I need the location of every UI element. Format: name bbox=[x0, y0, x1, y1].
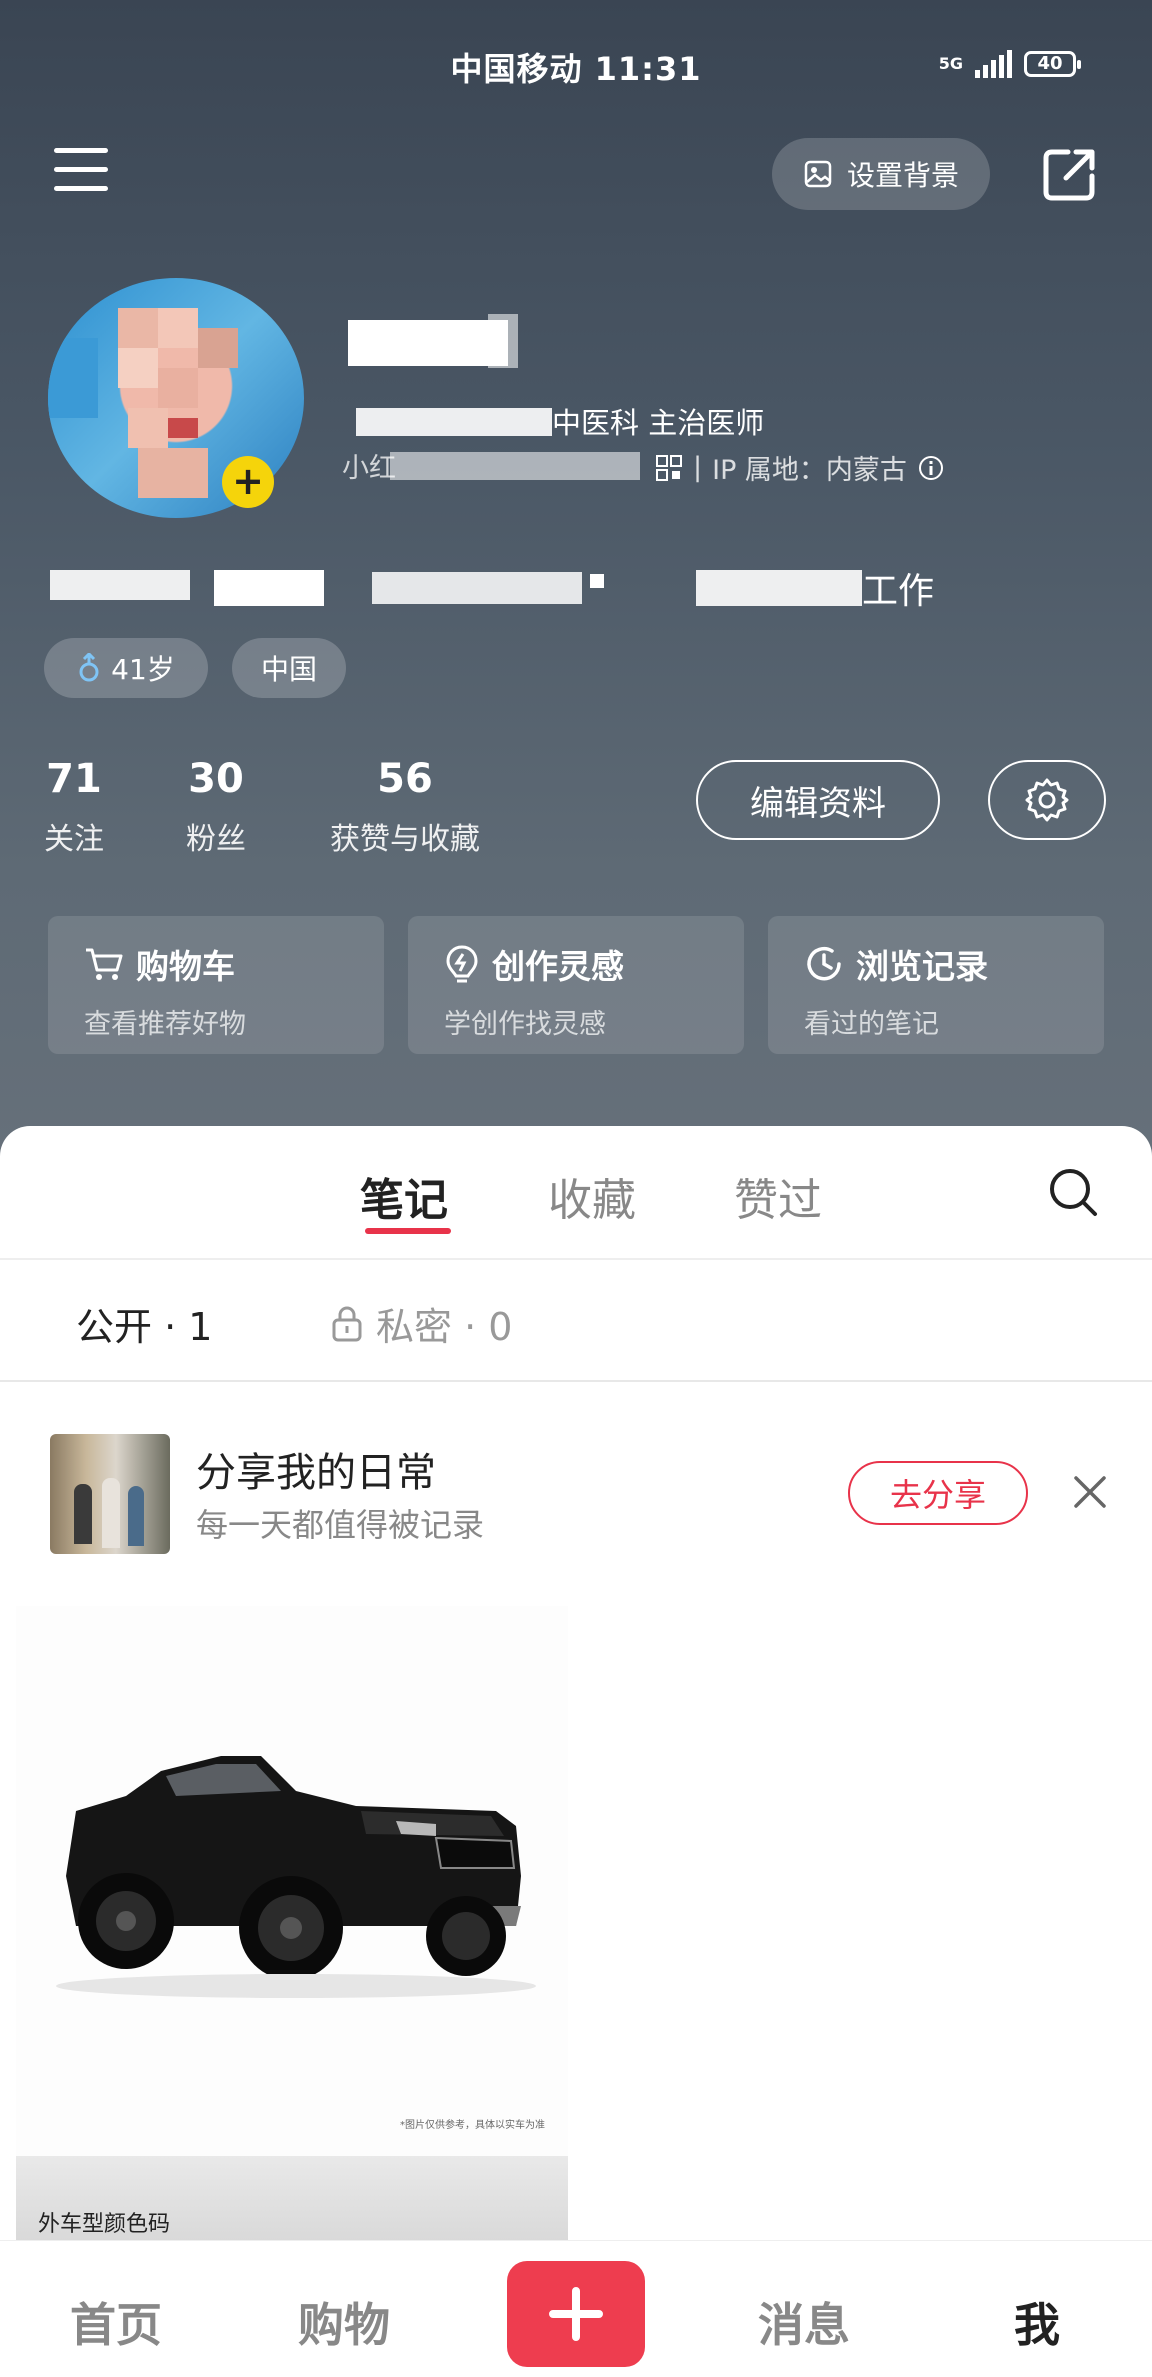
region-label: 中国 bbox=[260, 653, 317, 686]
cart-title: 购物车 bbox=[136, 947, 235, 986]
cart-icon bbox=[86, 948, 123, 980]
create-post-button[interactable] bbox=[507, 2261, 645, 2367]
bio-text: 工作 bbox=[862, 571, 935, 612]
lock-icon bbox=[332, 1306, 362, 1341]
note-card[interactable]: *图片仅供参考，具体以实车为准 外车型颜色码 bbox=[16, 1606, 568, 2246]
filter-private-label: 私密 · 0 bbox=[376, 1305, 513, 1349]
nav-shopping[interactable]: 购物 bbox=[298, 2289, 390, 2355]
settings-button[interactable] bbox=[988, 760, 1106, 840]
redacted-bio bbox=[214, 570, 324, 606]
history-title: 浏览记录 bbox=[856, 947, 988, 986]
id-prefix: 小红 bbox=[342, 453, 396, 484]
inspiration-card[interactable]: 创作灵感 学创作找灵感 bbox=[408, 916, 744, 1054]
stat-followers[interactable]: 30 粉丝 bbox=[186, 756, 246, 858]
content-tabs: 笔记 收藏 赞过 bbox=[0, 1126, 1152, 1258]
followers-label: 粉丝 bbox=[186, 822, 246, 857]
share-icon[interactable] bbox=[1040, 144, 1100, 204]
share-prompt-card: 分享我的日常 每一天都值得被记录 去分享 bbox=[18, 1400, 1134, 1588]
likes-count: 56 bbox=[377, 756, 433, 802]
nav-me[interactable]: 我 bbox=[1014, 2289, 1060, 2355]
nav-messages[interactable]: 消息 bbox=[758, 2289, 850, 2355]
active-tab-indicator bbox=[365, 1228, 451, 1234]
go-share-button[interactable]: 去分享 bbox=[848, 1461, 1028, 1525]
status-icons: 5G 40 bbox=[938, 50, 1081, 78]
network-label: 5G bbox=[938, 54, 963, 73]
inspiration-subtitle: 学创作找灵感 bbox=[444, 1009, 606, 1040]
menu-icon[interactable] bbox=[54, 148, 110, 196]
bottom-nav: 首页 购物 消息 我 bbox=[0, 2240, 1152, 2377]
redacted-bio bbox=[696, 570, 862, 606]
redacted-id-number bbox=[390, 452, 640, 480]
redacted-bio bbox=[50, 570, 190, 600]
redacted-name bbox=[348, 320, 508, 366]
following-count: 71 bbox=[46, 756, 102, 802]
stat-following[interactable]: 71 关注 bbox=[44, 756, 104, 858]
cart-subtitle: 查看推荐好物 bbox=[84, 1009, 246, 1040]
bulb-icon bbox=[446, 945, 478, 983]
cart-card[interactable]: 购物车 查看推荐好物 bbox=[48, 916, 384, 1054]
note-caption: 外车型颜色码 bbox=[38, 2212, 171, 2237]
qr-code-icon[interactable] bbox=[655, 454, 683, 482]
nav-home[interactable]: 首页 bbox=[70, 2289, 162, 2355]
redacted-id bbox=[356, 408, 552, 436]
age-tag: 41岁 bbox=[44, 638, 208, 698]
close-icon[interactable] bbox=[1072, 1474, 1108, 1510]
likes-label: 获赞与收藏 bbox=[330, 822, 480, 857]
add-avatar-button[interactable]: + bbox=[222, 456, 274, 508]
age-label: 41岁 bbox=[111, 653, 175, 686]
share-title: 分享我的日常 bbox=[196, 1450, 436, 1496]
profile-title: 中医科 主治医师 bbox=[552, 406, 765, 440]
share-subtitle: 每一天都值得被记录 bbox=[196, 1506, 485, 1544]
redacted-bio bbox=[372, 572, 582, 604]
pickup-truck-image bbox=[56, 1756, 536, 1998]
image-icon bbox=[804, 160, 832, 188]
note-fine-print: *图片仅供参考，具体以实车为准 bbox=[400, 2120, 545, 2131]
ip-location: IP 属地：内蒙古 bbox=[712, 455, 907, 486]
inspiration-title: 创作灵感 bbox=[492, 947, 624, 986]
redacted-bio bbox=[590, 574, 604, 588]
filter-public[interactable]: 公开 · 1 bbox=[76, 1296, 212, 1351]
following-label: 关注 bbox=[44, 822, 104, 857]
set-background-label: 设置背景 bbox=[846, 159, 959, 192]
share-thumbnail bbox=[50, 1434, 170, 1554]
note-image: *图片仅供参考，具体以实车为准 bbox=[16, 1606, 568, 2156]
set-background-button[interactable]: 设置背景 bbox=[772, 138, 990, 210]
region-tag: 中国 bbox=[232, 638, 346, 698]
filter-private[interactable]: 私密 · 0 bbox=[330, 1296, 512, 1351]
ip-line: | IP 属地：内蒙古 bbox=[655, 448, 945, 487]
divider bbox=[0, 1380, 1152, 1382]
redacted-name-tail bbox=[488, 314, 518, 368]
signal-icon bbox=[975, 50, 1012, 78]
profile-header: 中国移动 11:31 5G 40 设置背景 + 中医科 主治医师 小红 | IP… bbox=[0, 0, 1152, 1160]
tab-notes[interactable]: 笔记 bbox=[360, 1164, 448, 1228]
tab-favorites[interactable]: 收藏 bbox=[548, 1164, 636, 1228]
search-icon[interactable] bbox=[1046, 1165, 1100, 1219]
history-card[interactable]: 浏览记录 看过的笔记 bbox=[768, 916, 1104, 1054]
followers-count: 30 bbox=[188, 756, 244, 802]
battery-icon: 40 bbox=[1024, 51, 1081, 77]
gear-icon bbox=[1025, 778, 1069, 822]
male-icon bbox=[79, 653, 99, 682]
info-icon[interactable] bbox=[917, 454, 945, 482]
clock-icon bbox=[807, 946, 841, 981]
edit-profile-button[interactable]: 编辑资料 bbox=[696, 760, 940, 840]
separator: | bbox=[693, 452, 703, 483]
tab-liked[interactable]: 赞过 bbox=[734, 1164, 822, 1228]
history-subtitle: 看过的笔记 bbox=[804, 1009, 939, 1040]
plus-icon bbox=[549, 2287, 603, 2341]
stat-likes[interactable]: 56 获赞与收藏 bbox=[330, 756, 480, 858]
